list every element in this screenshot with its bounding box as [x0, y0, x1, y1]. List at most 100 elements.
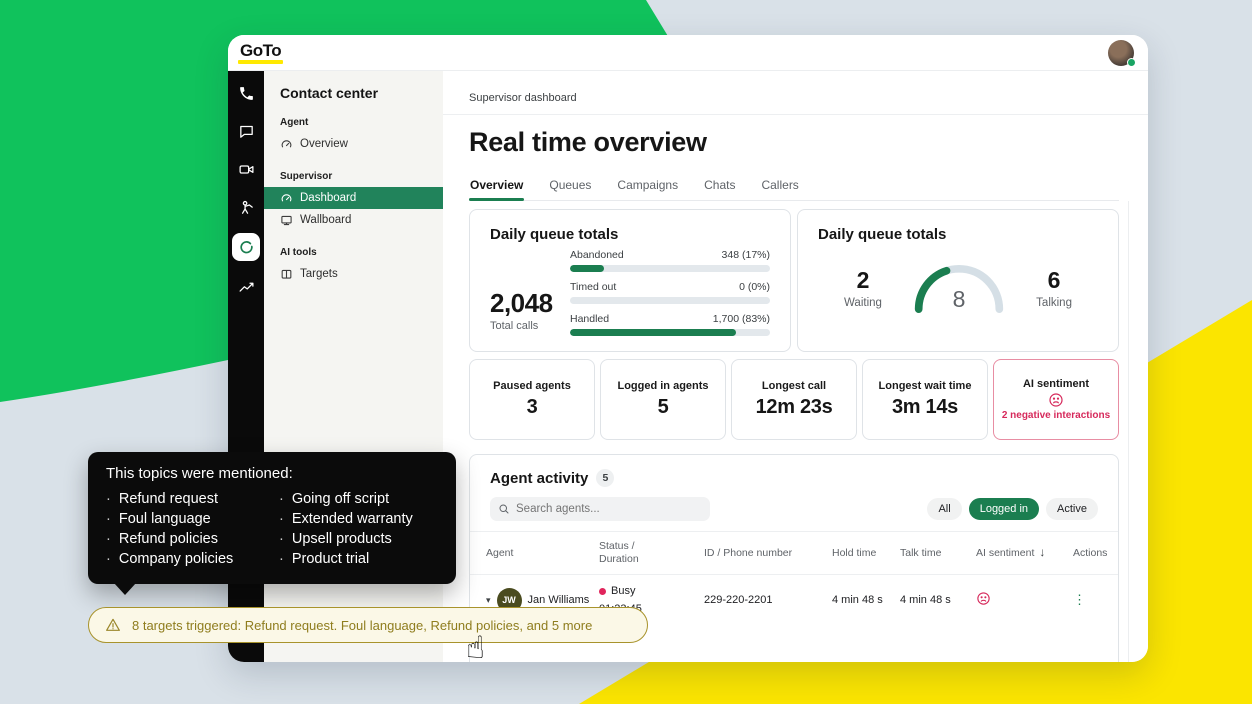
top-bar: GoTo	[228, 35, 1148, 71]
talking-value: 6	[1036, 267, 1072, 294]
contact-center-icon[interactable]	[232, 233, 260, 261]
tab-queues[interactable]: Queues	[548, 174, 592, 200]
tab-callers[interactable]: Callers	[760, 174, 799, 200]
tab-overview[interactable]: Overview	[469, 174, 524, 200]
total-calls-value: 2,048	[490, 288, 560, 319]
bar-label: Abandoned	[570, 249, 624, 261]
main-content: Supervisor dashboard Real time overview …	[443, 71, 1148, 662]
book-icon	[280, 268, 293, 281]
nav-title: Contact center	[264, 83, 443, 101]
logo-underline	[238, 60, 283, 64]
col-ai-sentiment[interactable]: AI sentiment↓	[976, 546, 1073, 560]
table-header: Agent Status / Duration ID / Phone numbe…	[470, 531, 1118, 575]
agent-status: Busy	[611, 585, 635, 597]
presence-dot	[1127, 58, 1136, 67]
queue-bar-fill	[570, 265, 604, 272]
live-queue-gauge-card: Daily queue totals 2 Waiting	[797, 209, 1119, 352]
tab-campaigns[interactable]: Campaigns	[616, 174, 679, 200]
sort-descending-icon[interactable]: ↓	[1039, 545, 1045, 559]
gauge-icon	[280, 138, 293, 151]
stat-label: Logged in agents	[617, 380, 708, 392]
col-status-duration[interactable]: Status / Duration	[599, 540, 704, 566]
topic-item: Going off script	[279, 489, 440, 509]
goto-logo[interactable]: GoTo	[238, 41, 283, 64]
negative-interactions-text: 2 negative interactions	[1002, 410, 1110, 421]
bar-track	[570, 265, 770, 272]
busy-status-dot	[599, 588, 606, 595]
stat-label: Longest call	[762, 380, 826, 392]
topic-item: Extended warranty	[279, 509, 440, 529]
stat-value: 12m 23s	[756, 396, 833, 419]
agent-activity-title: Agent activity	[490, 470, 588, 487]
search-agents-input[interactable]	[516, 503, 686, 515]
agent-phone: 229-220-2201	[704, 594, 832, 606]
breadcrumb-bar: Supervisor dashboard	[443, 71, 1148, 115]
topic-item: Refund policies	[106, 529, 271, 549]
nav-item-wallboard[interactable]: Wallboard	[264, 209, 443, 231]
topics-tooltip: This topics were mentioned: Refund reque…	[88, 452, 456, 584]
bar-value: 348 (17%)	[722, 249, 770, 261]
card-title: Daily queue totals	[818, 226, 1098, 243]
stat-card-logged-in-agents: Logged in agents 5	[600, 359, 726, 440]
bar-value: 0 (0%)	[739, 281, 770, 293]
stat-value: 5	[658, 396, 669, 419]
topic-item: Foul language	[106, 509, 271, 529]
stat-value: 3	[527, 396, 538, 419]
nav-item-label: Targets	[300, 268, 338, 280]
search-agents-box[interactable]	[490, 497, 710, 521]
video-icon[interactable]	[234, 157, 258, 181]
chat-icon[interactable]	[234, 119, 258, 143]
card-title: Daily queue totals	[490, 226, 770, 243]
nav-item-dashboard[interactable]: Dashboard	[264, 187, 443, 209]
agent-name: Jan Williams	[528, 594, 590, 606]
bar-label: Timed out	[570, 281, 616, 293]
nav-item-overview[interactable]: Overview	[264, 133, 443, 155]
queue-bar-timed-out: Timed out 0 (0%)	[570, 281, 770, 304]
nav-item-label: Overview	[300, 138, 348, 150]
stat-card-ai-sentiment[interactable]: AI sentiment 2 negative interactions	[993, 359, 1119, 440]
breadcrumb: Supervisor dashboard	[469, 92, 577, 104]
queue-bar-abandoned: Abandoned 348 (17%)	[570, 249, 770, 272]
row-actions-kebab-icon[interactable]: ⋮	[1073, 594, 1102, 606]
agent-talk-time: 4 min 48 s	[900, 594, 976, 606]
training-icon[interactable]	[234, 195, 258, 219]
stat-label: AI sentiment	[1023, 378, 1089, 390]
goto-logo-text: GoTo	[240, 41, 281, 60]
tooltip-title: This topics were mentioned:	[106, 465, 440, 482]
filter-chip-logged-in[interactable]: Logged in	[969, 498, 1039, 520]
user-avatar[interactable]	[1108, 40, 1134, 66]
nav-item-label: Dashboard	[300, 192, 356, 204]
search-icon	[498, 503, 510, 515]
waiting-label: Waiting	[844, 297, 882, 309]
expand-row-caret-icon[interactable]: ▾	[486, 595, 491, 606]
filter-chip-active[interactable]: Active	[1046, 498, 1098, 520]
filter-chip-all[interactable]: All	[927, 498, 961, 520]
nav-item-targets[interactable]: Targets	[264, 263, 443, 285]
toast-text: 8 targets triggered: Refund request. Fou…	[132, 618, 592, 633]
tab-bar: Overview Queues Campaigns Chats Callers	[469, 174, 1119, 201]
nav-section-ai-tools: AI tools	[264, 231, 443, 263]
bar-value: 1,700 (83%)	[713, 313, 770, 325]
sad-face-icon	[976, 591, 991, 606]
stat-label: Longest wait time	[879, 380, 972, 392]
col-id-phone[interactable]: ID / Phone number	[704, 547, 832, 560]
topic-item: Refund request	[106, 489, 271, 509]
targets-triggered-toast[interactable]: 8 targets triggered: Refund request. Fou…	[88, 607, 648, 643]
phone-icon[interactable]	[234, 81, 258, 105]
agent-count-badge: 5	[596, 469, 614, 487]
gauge-icon	[280, 192, 293, 205]
topic-item: Product trial	[279, 549, 440, 569]
monitor-icon	[280, 214, 293, 227]
col-talk-time[interactable]: Talk time	[900, 547, 976, 560]
daily-queue-totals-card: Daily queue totals 2,048 Total calls	[469, 209, 791, 352]
stat-card-longest-wait-time: Longest wait time 3m 14s	[862, 359, 988, 440]
analytics-icon[interactable]	[234, 275, 258, 299]
col-agent[interactable]: Agent	[486, 547, 599, 560]
nav-section-supervisor: Supervisor	[264, 155, 443, 187]
queue-bar-handled: Handled 1,700 (83%)	[570, 313, 770, 336]
bar-track	[570, 297, 770, 304]
total-calls-label: Total calls	[490, 320, 560, 332]
topic-item: Upsell products	[279, 529, 440, 549]
tab-chats[interactable]: Chats	[703, 174, 736, 200]
col-hold-time[interactable]: Hold time	[832, 547, 900, 560]
